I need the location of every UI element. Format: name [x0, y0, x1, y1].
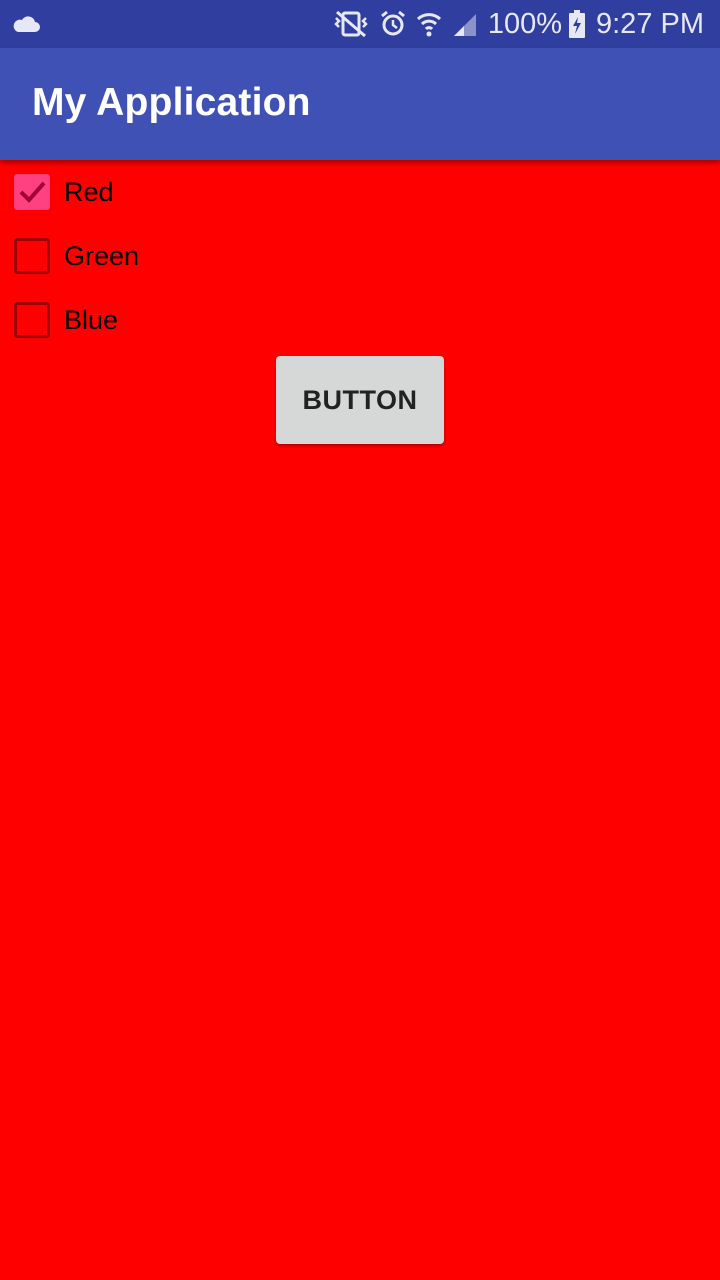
- wifi-icon: [416, 13, 441, 37]
- checkbox-label-blue: Blue: [64, 304, 119, 335]
- main-button[interactable]: BUTTON: [276, 356, 444, 444]
- checkbox-green[interactable]: Green: [12, 232, 312, 280]
- alarm-icon: [380, 10, 405, 36]
- checkbox-red[interactable]: Red: [12, 168, 312, 216]
- checkbox-box-checked[interactable]: [14, 174, 50, 210]
- checkbox-box[interactable]: [14, 238, 50, 274]
- cloud-icon: [13, 16, 40, 32]
- status-icons: 100% 9:27 PM: [332, 0, 704, 48]
- checkbox-blue[interactable]: Blue: [12, 296, 312, 344]
- signal-icon: [453, 14, 476, 36]
- checkbox-label-red: Red: [64, 176, 114, 207]
- checkbox-label-green: Green: [64, 240, 140, 271]
- checkbox-box[interactable]: [14, 302, 50, 338]
- app-bar: My Application: [0, 48, 720, 160]
- status-bar: 100% 9:27 PM: [0, 0, 720, 48]
- clock: 9:27 PM: [596, 7, 704, 40]
- vibrate-mute-icon: [334, 10, 368, 38]
- app-title: My Application: [32, 81, 311, 124]
- battery-percent: 100%: [487, 7, 562, 40]
- battery-charging-icon: [569, 10, 585, 38]
- checkmark-icon: [19, 181, 46, 203]
